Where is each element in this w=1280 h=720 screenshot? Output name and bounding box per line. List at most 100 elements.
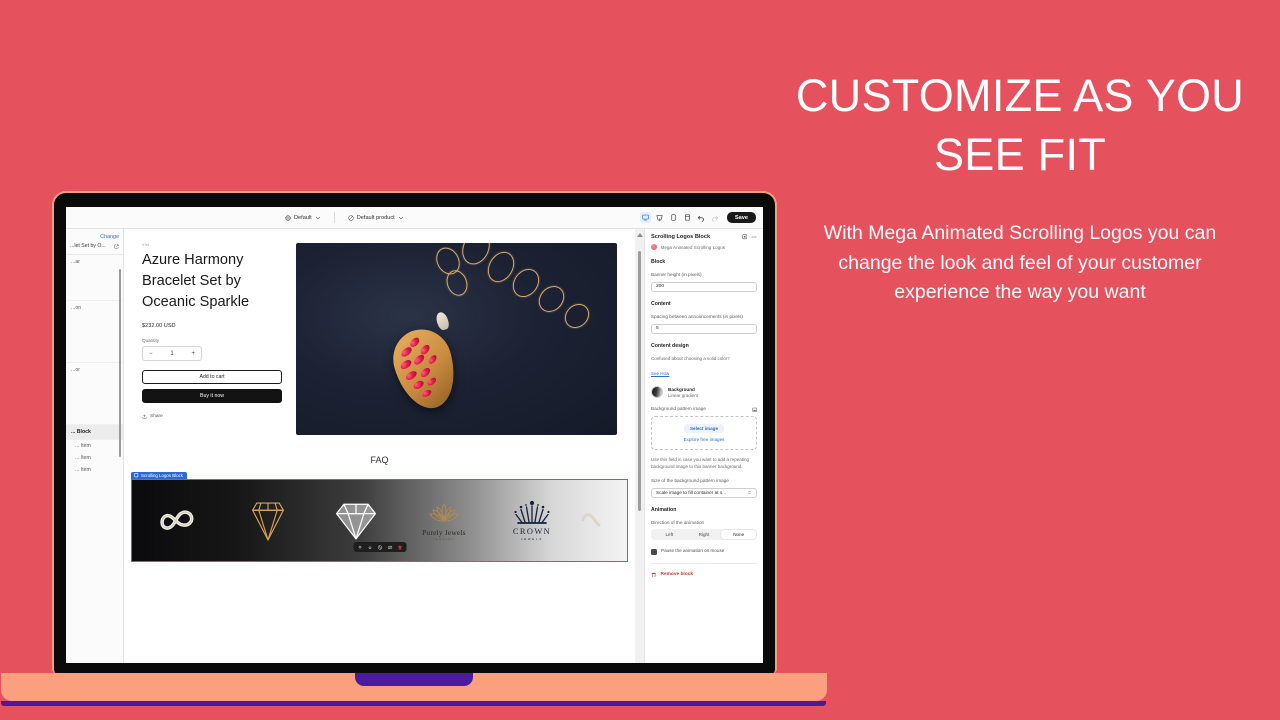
pause-animation-label: Pause the animation on mouse <box>661 548 725 554</box>
pendant-bail <box>434 310 451 332</box>
app-icon <box>651 244 657 250</box>
logo-item: CROWN JEWELS <box>488 500 576 541</box>
desktop-icon <box>642 214 649 221</box>
quantity-increment[interactable]: + <box>191 351 195 357</box>
share-button[interactable]: Share <box>142 414 282 419</box>
spacing-input[interactable]: 5 <box>651 323 757 334</box>
theme-selector-label: Default <box>294 214 312 221</box>
banner-height-input[interactable]: 200 <box>651 281 757 292</box>
sidebar-row-selected-block[interactable]: ... Block <box>66 425 123 440</box>
selected-product-row[interactable]: ...let Set by O... <box>70 243 119 249</box>
scroll-up-arrow[interactable] <box>637 233 643 237</box>
more-options-icon[interactable] <box>751 234 757 240</box>
editor-body: Change ...let Set by O... ...ar ...on ..… <box>66 229 763 663</box>
pattern-size-select[interactable]: Scale image to fill container at s... <box>651 487 757 498</box>
pause-animation-checkbox[interactable] <box>651 548 657 555</box>
promo-panel: CUSTOMIZE AS YOU SEE FIT With Mega Anima… <box>790 66 1250 308</box>
direction-option-left[interactable]: Left <box>652 530 687 539</box>
logo-item <box>132 505 224 537</box>
background-setting-row[interactable]: Background Linear gradient <box>651 386 757 399</box>
change-product-link[interactable]: Change <box>70 234 119 240</box>
direction-option-none[interactable]: None <box>721 530 757 540</box>
move-down-icon[interactable] <box>367 545 372 550</box>
move-up-icon[interactable] <box>357 545 362 550</box>
block-label-text: Scrolling Logos Block <box>141 473 183 479</box>
crown-jewels-tagline: JEWELS <box>521 537 543 541</box>
mobile-view-button[interactable] <box>654 212 665 223</box>
select-image-button[interactable]: Select image <box>683 424 725 434</box>
logo-item <box>312 500 400 542</box>
sidebar-subitem[interactable]: ... Item <box>66 464 123 476</box>
solid-color-help-text: Confused about choosing a solid color? <box>651 355 730 361</box>
lotus-icon <box>429 502 459 521</box>
scrolling-logos-banner[interactable]: Purely Jewels JEWELRY CROWN JEWELS <box>131 479 628 562</box>
background-value: Linear gradient <box>668 392 699 398</box>
sidebar-subitem[interactable]: ... Item <box>66 452 123 464</box>
canvas-scrollbar-thumb[interactable] <box>637 251 641 511</box>
visibility-icon[interactable] <box>741 234 748 240</box>
quantity-label: Quantity <box>142 338 160 344</box>
faq-heading: FAQ <box>370 455 389 465</box>
spacing-label: Spacing between announcements (in pixels… <box>651 313 743 319</box>
pendant-body <box>385 322 464 416</box>
template-selector[interactable]: Default product <box>348 215 404 221</box>
buy-it-now-button[interactable]: Buy it now <box>142 389 282 404</box>
add-to-cart-button[interactable]: Add to cart <box>142 370 282 385</box>
sidebar-row-header[interactable]: ...ar <box>66 255 123 301</box>
animation-section-title: Animation <box>651 506 677 513</box>
redo-button[interactable] <box>710 212 721 223</box>
tablet-view-button[interactable] <box>668 212 679 223</box>
direction-option-right[interactable]: Right <box>687 530 722 539</box>
canvas-scrollbar-gutter <box>635 229 644 663</box>
quantity-decrement[interactable]: − <box>149 351 153 357</box>
pattern-image-row: Background pattern image <box>651 406 757 413</box>
animation-direction-segmented-control[interactable]: Left Right None <box>651 529 757 541</box>
tablet-icon <box>671 214 676 221</box>
remove-block-button[interactable]: Remove block <box>651 572 757 578</box>
left-sidebar-scrollbar[interactable] <box>118 269 121 457</box>
product-vendor: Vivi <box>142 243 150 247</box>
desktop-view-button[interactable] <box>639 212 651 223</box>
external-link-icon <box>114 244 119 248</box>
save-button[interactable]: Save <box>726 212 756 223</box>
pattern-size-label: Size of the background pattern image <box>651 477 729 483</box>
duplicate-icon[interactable] <box>387 545 392 550</box>
fullscreen-icon <box>684 214 690 221</box>
pause-animation-row[interactable]: Pause the animation on mouse <box>651 548 757 555</box>
selected-product-label: ...let Set by O... <box>70 243 106 249</box>
block-floating-toolbar[interactable] <box>353 542 406 552</box>
pattern-image-dropzone[interactable]: Select image Explore free images <box>651 416 757 451</box>
app-attribution: Mega Animated Scrolling Logos <box>651 244 757 250</box>
sidebar-row-section[interactable]: ...on <box>66 301 123 363</box>
product-price: $232.00 USD <box>142 323 176 330</box>
delete-icon[interactable] <box>397 545 402 550</box>
redo-icon <box>712 215 719 222</box>
pattern-size-value: Scale image to fill container at s... <box>656 490 727 495</box>
chain-link <box>533 281 570 318</box>
remove-block-label: Remove block <box>660 572 694 578</box>
background-label: Background <box>668 386 695 392</box>
sidebar-row-footer[interactable]: ...or <box>66 363 123 425</box>
undo-button[interactable] <box>696 212 707 223</box>
block-icon <box>134 473 139 478</box>
share-icon <box>142 415 147 419</box>
toolbar-divider <box>333 212 335 223</box>
purely-jewels-name: Purely Jewels <box>422 527 466 537</box>
scrolling-logos-block-wrapper: Scrolling Logos Block Purely Jewels JEWE… <box>131 471 628 562</box>
template-selector-label: Default product <box>356 214 395 221</box>
purely-jewels-tagline: JEWELRY <box>432 537 455 541</box>
content-section-title: Content <box>651 300 671 307</box>
sidebar-subitem[interactable]: ... Item <box>66 440 123 452</box>
hide-icon[interactable] <box>377 544 382 550</box>
fullscreen-view-button[interactable] <box>682 212 693 223</box>
editor-topbar: Default Default product Save <box>66 207 763 229</box>
explore-free-images-link[interactable]: Explore free images <box>684 437 725 442</box>
image-icon[interactable] <box>751 407 758 413</box>
quantity-value: 1 <box>170 350 174 357</box>
background-color-swatch[interactable] <box>651 386 663 399</box>
see-how-link[interactable]: See How <box>651 371 669 376</box>
theme-selector[interactable]: Default <box>285 215 321 221</box>
infinity-ribbon-logo <box>160 509 194 530</box>
quantity-stepper[interactable]: − 1 + <box>142 346 202 362</box>
product-image[interactable] <box>296 243 617 435</box>
